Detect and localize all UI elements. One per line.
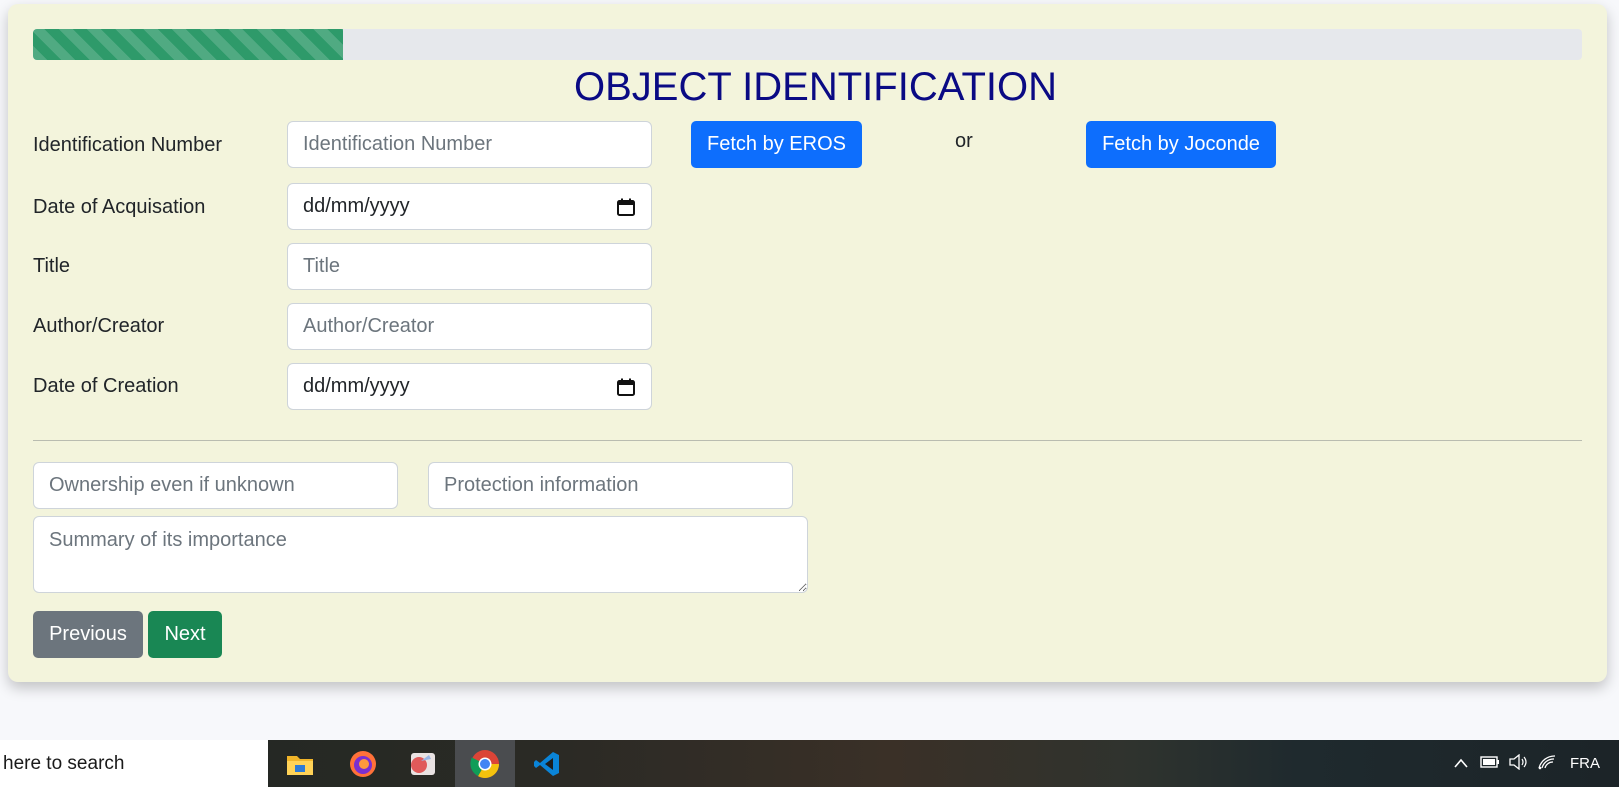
date-of-creation-input[interactable]: dd/mm/yyyy [287, 363, 652, 410]
form-card: OBJECT IDENTIFICATION Identification Num… [8, 4, 1607, 682]
title-input[interactable] [287, 243, 652, 290]
vscode-icon[interactable] [517, 740, 577, 787]
identification-number-label: Identification Number [33, 134, 222, 156]
section-divider [33, 440, 1582, 441]
calendar-icon[interactable] [616, 377, 636, 397]
taskbar-search-box[interactable]: here to search [0, 740, 268, 787]
identification-number-input[interactable] [287, 121, 652, 168]
firefox-icon[interactable] [333, 740, 393, 787]
progress-bar [33, 29, 1582, 60]
protection-information-input[interactable] [428, 462, 793, 509]
input-language[interactable]: FRA [1570, 755, 1600, 772]
page-title: OBJECT IDENTIFICATION [574, 65, 1057, 109]
chevron-up-icon[interactable] [1450, 755, 1472, 772]
wifi-icon[interactable] [1532, 754, 1562, 774]
date-of-creation-label: Date of Creation [33, 375, 179, 397]
volume-icon[interactable] [1504, 753, 1532, 774]
system-tray: FRA [1450, 740, 1600, 787]
fetch-by-eros-button[interactable]: Fetch by EROS [691, 121, 862, 168]
summary-textarea[interactable] [33, 516, 808, 593]
fetch-by-joconde-button[interactable]: Fetch by Joconde [1086, 121, 1276, 168]
calendar-icon[interactable] [616, 197, 636, 217]
chrome-icon[interactable] [455, 740, 515, 787]
taskbar: here to search FRA [0, 740, 1619, 787]
file-explorer-icon[interactable] [270, 740, 330, 787]
or-separator: or [955, 130, 973, 152]
date-of-creation-value: dd/mm/yyyy [303, 375, 410, 397]
ownership-input[interactable] [33, 462, 398, 509]
next-button[interactable]: Next [148, 611, 222, 658]
author-creator-input[interactable] [287, 303, 652, 350]
date-of-acquisition-input[interactable]: dd/mm/yyyy [287, 183, 652, 230]
previous-button[interactable]: Previous [33, 611, 143, 658]
title-label: Title [33, 255, 71, 277]
taskbar-search-text: here to search [3, 752, 125, 774]
date-of-acquisition-value: dd/mm/yyyy [303, 195, 410, 217]
progress-bar-fill [33, 29, 343, 60]
date-of-acquisition-label: Date of Acquisation [33, 196, 206, 218]
author-creator-label: Author/Creator [33, 315, 165, 337]
app-icon[interactable] [393, 740, 453, 787]
battery-icon[interactable] [1476, 755, 1504, 772]
